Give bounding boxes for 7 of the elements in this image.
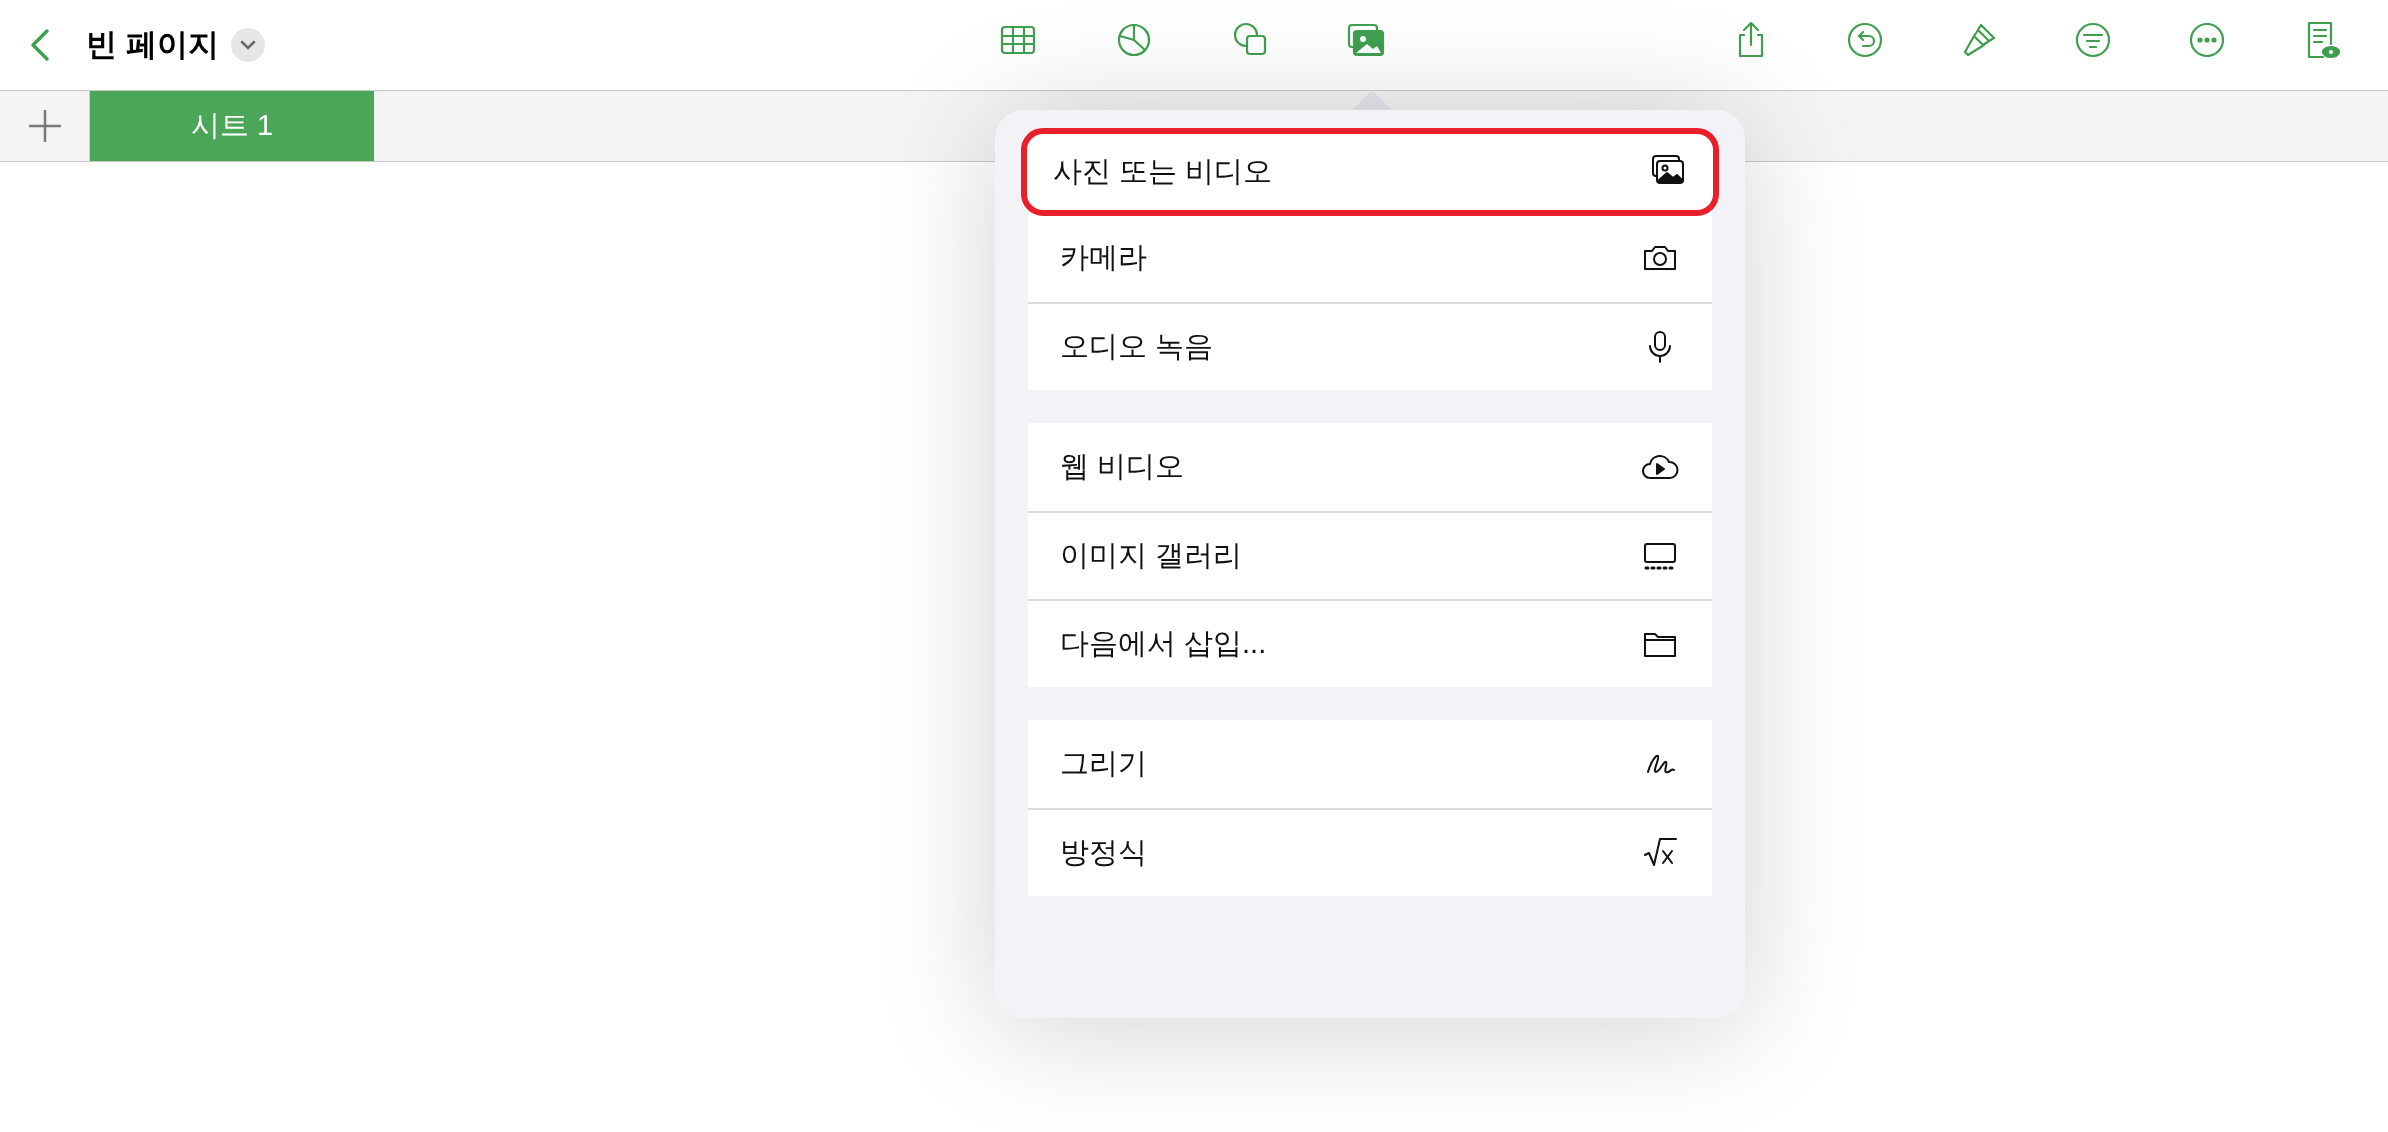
title-dropdown-button[interactable] bbox=[230, 28, 265, 62]
chevron-down-icon bbox=[239, 39, 256, 51]
menu-item[interactable]: 사진 또는 비디오 bbox=[1021, 128, 1719, 216]
document-title: 빈 페이지 bbox=[86, 25, 219, 64]
menu-item[interactable]: 오디오 녹음 bbox=[1028, 302, 1712, 390]
menu-item[interactable]: 방정식 bbox=[1028, 808, 1712, 896]
menu-item[interactable]: 다음에서 삽입... bbox=[1028, 599, 1712, 687]
